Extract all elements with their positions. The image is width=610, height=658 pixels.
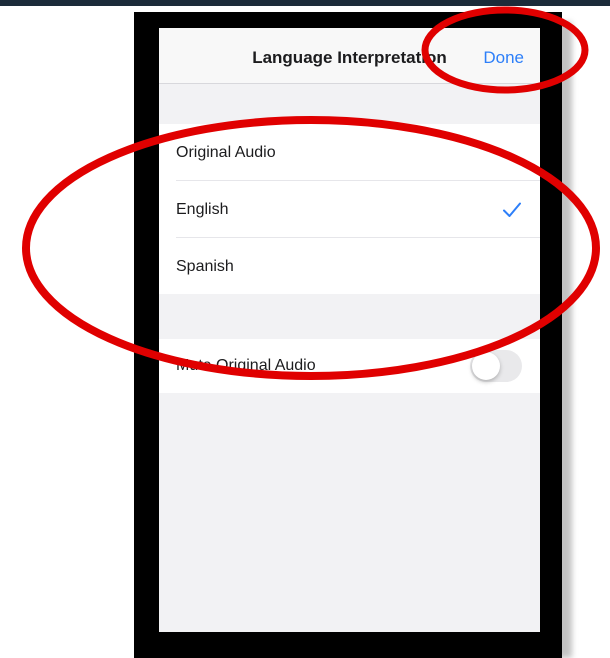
done-button[interactable]: Done xyxy=(483,28,524,84)
language-option-label: Spanish xyxy=(176,258,234,275)
language-list: Original Audio English Spanish xyxy=(159,124,540,294)
mute-original-audio-label: Mute Original Audio xyxy=(176,357,316,374)
language-option-original-audio[interactable]: Original Audio xyxy=(159,124,540,181)
language-option-label: Original Audio xyxy=(176,144,276,161)
language-option-label: English xyxy=(176,201,229,218)
window-top-bar xyxy=(0,0,610,6)
language-option-spanish[interactable]: Spanish xyxy=(159,238,540,295)
phone-frame: Language Interpretation Done Original Au… xyxy=(134,12,562,658)
toggle-knob xyxy=(472,352,500,380)
language-option-english[interactable]: English xyxy=(159,181,540,238)
language-interpretation-screen: Language Interpretation Done Original Au… xyxy=(159,28,540,632)
navigation-bar: Language Interpretation Done xyxy=(159,28,540,84)
checkmark-icon xyxy=(503,202,521,217)
mute-original-audio-toggle[interactable] xyxy=(470,350,522,382)
mute-original-audio-row: Mute Original Audio xyxy=(159,339,540,393)
